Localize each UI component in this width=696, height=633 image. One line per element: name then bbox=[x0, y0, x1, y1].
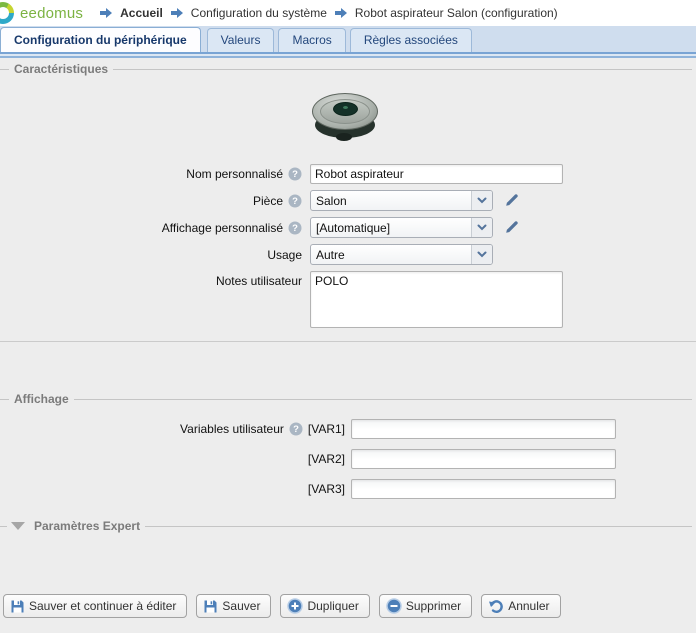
edit-room-pencil-icon[interactable] bbox=[503, 192, 520, 209]
user-notes-label: Notes utilisateur bbox=[216, 274, 302, 288]
room-select[interactable]: Salon bbox=[310, 190, 493, 211]
form-row-notes: Notes utilisateur POLO bbox=[0, 271, 696, 328]
svg-text:?: ? bbox=[293, 424, 299, 435]
expert-settings-toggle[interactable]: Paramètres Expert bbox=[29, 519, 145, 533]
var2-input[interactable] bbox=[351, 449, 616, 469]
chevron-down-icon bbox=[471, 191, 492, 210]
device-configuration-page: eedomus Accueil Configuration du système… bbox=[0, 0, 696, 633]
usage-select[interactable]: Autre bbox=[310, 244, 493, 265]
form-row-name: Nom personnalisé ? bbox=[0, 163, 696, 184]
svg-text:?: ? bbox=[292, 196, 298, 207]
breadcrumb-arrow-icon bbox=[334, 7, 348, 19]
form-row-usage: Usage Autre bbox=[0, 244, 696, 265]
cancel-button[interactable]: Annuler bbox=[481, 594, 560, 618]
save-icon bbox=[10, 599, 25, 614]
form-row-var3: [VAR3] bbox=[0, 478, 696, 499]
custom-name-input[interactable] bbox=[310, 164, 563, 184]
breadcrumb-arrow-icon bbox=[99, 7, 113, 19]
room-label: Pièce bbox=[253, 194, 283, 208]
help-icon[interactable]: ? bbox=[288, 194, 302, 208]
form-row-var1: Variables utilisateur ? [VAR1] bbox=[0, 418, 696, 439]
help-icon[interactable]: ? bbox=[288, 167, 302, 181]
custom-display-label: Affichage personnalisé bbox=[162, 221, 283, 235]
name-label: Nom personnalisé bbox=[186, 167, 283, 181]
breadcrumb-home-link[interactable]: Accueil bbox=[120, 6, 163, 20]
section-title: Caractéristiques bbox=[9, 62, 113, 76]
svg-text:?: ? bbox=[292, 169, 298, 180]
save-icon bbox=[203, 599, 218, 614]
var3-input[interactable] bbox=[351, 479, 616, 499]
plus-circle-icon bbox=[287, 598, 303, 614]
var2-label: [VAR2] bbox=[308, 452, 345, 466]
var1-input[interactable] bbox=[351, 419, 616, 439]
breadcrumb: Accueil Configuration du système Robot a… bbox=[99, 6, 558, 20]
chevron-down-icon bbox=[471, 218, 492, 237]
chevron-down-icon bbox=[471, 245, 492, 264]
save-and-continue-button[interactable]: Sauver et continuer à éditer bbox=[3, 594, 187, 618]
breadcrumb-arrow-icon bbox=[170, 7, 184, 19]
section-caracteristiques: Caractéristiques bbox=[0, 62, 692, 76]
save-button[interactable]: Sauver bbox=[196, 594, 271, 618]
action-button-bar: Sauver et continuer à éditer Sauver Dupl… bbox=[3, 594, 561, 618]
tab-device-configuration[interactable]: Configuration du périphérique bbox=[0, 27, 201, 52]
device-image-robot-vacuum bbox=[312, 88, 378, 142]
form-row-custom-display: Affichage personnalisé ? [Automatique] bbox=[0, 217, 696, 238]
section-divider bbox=[0, 341, 696, 342]
section-title: Affichage bbox=[9, 392, 74, 406]
form-row-var2: [VAR2] bbox=[0, 448, 696, 469]
help-icon[interactable]: ? bbox=[288, 221, 302, 235]
edit-display-pencil-icon[interactable] bbox=[503, 219, 520, 236]
usage-label: Usage bbox=[267, 248, 302, 262]
logo-text: eedomus bbox=[20, 5, 83, 22]
undo-icon bbox=[488, 599, 504, 614]
form-row-room: Pièce ? Salon bbox=[0, 190, 696, 211]
var3-label: [VAR3] bbox=[308, 482, 345, 496]
user-variables-label: Variables utilisateur bbox=[180, 422, 284, 436]
svg-text:?: ? bbox=[292, 223, 298, 234]
breadcrumb-current-page: Robot aspirateur Salon (configuration) bbox=[355, 6, 558, 20]
user-notes-textarea[interactable]: POLO bbox=[310, 271, 563, 328]
collapse-triangle-icon[interactable] bbox=[11, 522, 25, 530]
var1-label: [VAR1] bbox=[308, 422, 345, 436]
help-icon[interactable]: ? bbox=[289, 422, 303, 436]
minus-circle-icon bbox=[386, 598, 402, 614]
duplicate-button[interactable]: Dupliquer bbox=[280, 594, 369, 618]
custom-display-select[interactable]: [Automatique] bbox=[310, 217, 493, 238]
tab-associated-rules[interactable]: Règles associées bbox=[350, 28, 472, 52]
tab-values[interactable]: Valeurs bbox=[207, 28, 275, 52]
top-header: eedomus Accueil Configuration du système… bbox=[0, 0, 696, 26]
eedomus-logo-icon bbox=[0, 0, 16, 26]
tab-macros[interactable]: Macros bbox=[278, 28, 345, 52]
tab-underline bbox=[0, 52, 696, 59]
user-variables-form: Variables utilisateur ? [VAR1] [VAR2] [V… bbox=[0, 418, 696, 508]
characteristics-form: Nom personnalisé ? Pièce ? Salon bbox=[0, 163, 696, 334]
section-parametres-expert: Paramètres Expert bbox=[0, 519, 692, 533]
tab-bar: Configuration du périphérique Valeurs Ma… bbox=[0, 26, 696, 52]
delete-button[interactable]: Supprimer bbox=[379, 594, 472, 618]
section-affichage: Affichage bbox=[0, 392, 692, 406]
breadcrumb-system-config-link[interactable]: Configuration du système bbox=[191, 6, 327, 20]
